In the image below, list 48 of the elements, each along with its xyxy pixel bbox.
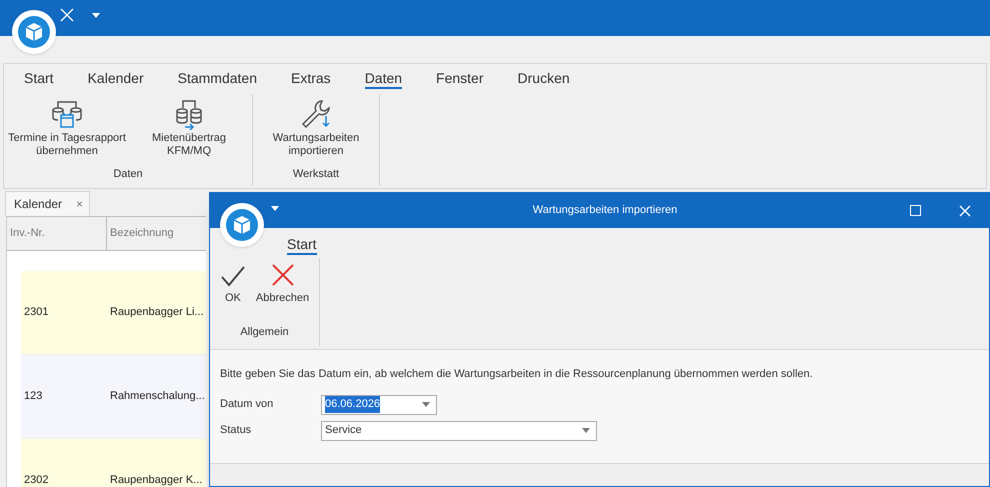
cube-icon [226, 209, 258, 241]
column-header[interactable]: Bezeichnung [107, 217, 206, 250]
table-cell-text: 2302 [23, 473, 50, 487]
maximize-icon[interactable] [910, 205, 921, 216]
field-label: Datum von [220, 397, 274, 412]
ribbon-button[interactable]: Abbrechen [254, 258, 312, 306]
caret-icon[interactable] [582, 428, 590, 433]
close-icon[interactable] [959, 204, 971, 216]
wrench-icon [300, 98, 332, 130]
ribbon-tab[interactable]: Drucken [518, 68, 570, 89]
ribbon-button[interactable]: Mietenübertrag KFM/MQ [128, 94, 250, 158]
table-cell-text: Rahmenschalung... [109, 389, 205, 404]
table-row[interactable]: 2302 Raupenbagger K... [21, 439, 206, 487]
dialog-title: Wartungsarbeiten importieren [532, 203, 678, 218]
close-icon[interactable] [60, 8, 74, 22]
dropdown-field[interactable]: Service [321, 420, 597, 440]
group-label: Werkstatt [292, 166, 340, 182]
close-tab-icon[interactable]: × [76, 195, 84, 213]
group-label: Allgemein [240, 324, 289, 340]
ribbon-button[interactable]: OK [218, 258, 248, 306]
ribbon-button[interactable]: Termine in Tagesrapport übernehmen [6, 94, 128, 158]
ribbon-button[interactable]: Wartungsarbeiten importieren [255, 94, 377, 158]
instruction-text: Bitte geben Sie das Datum ein, ab welchem die Wartungsarbeiten in die Ressourcenplanung übernommen werden sollen. [220, 367, 814, 382]
caret-icon[interactable] [422, 402, 430, 407]
cube-icon [18, 16, 50, 48]
checkmark-icon [220, 265, 246, 287]
table-cell-text: Raupenbagger Li... [109, 305, 204, 320]
ribbon-tab[interactable]: Stammdaten [178, 68, 257, 89]
dropdown-field[interactable]: 06.06.2026 [321, 394, 437, 414]
ribbon-tab[interactable]: Fenster [436, 68, 484, 89]
field-label: Status [220, 423, 252, 438]
close-icon [270, 263, 294, 287]
table-row[interactable]: 2301 Raupenbagger Li... [21, 271, 206, 355]
caret-icon[interactable] [271, 206, 279, 211]
table-cell-text: 123 [23, 389, 44, 404]
group-label: Daten [113, 166, 143, 182]
ribbon-tab[interactable]: Start [24, 68, 54, 89]
table-cell-text: 2301 [23, 305, 50, 320]
ribbon-tab[interactable]: Daten [364, 68, 402, 89]
table-row[interactable]: 123 Rahmenschalung... [21, 355, 206, 439]
ribbon-tab[interactable]: Extras [291, 68, 331, 89]
table-cell-text: Raupenbagger K... [109, 473, 202, 487]
document-tab[interactable]: Kalender × [5, 191, 90, 216]
column-header[interactable]: Inv.-Nr. [7, 217, 107, 250]
caret-icon[interactable] [92, 13, 100, 18]
app-logo[interactable] [12, 10, 56, 54]
ribbon-tab[interactable]: Kalender [88, 68, 144, 89]
ribbon-tab[interactable]: Start [287, 234, 317, 255]
